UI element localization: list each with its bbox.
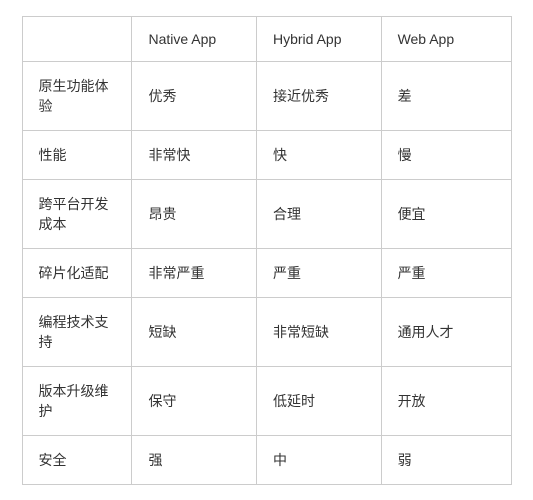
table-row: 版本升级维护保守低延时开放 bbox=[23, 366, 511, 435]
header-feature bbox=[23, 17, 132, 62]
cell-feature: 编程技术支持 bbox=[23, 297, 132, 366]
cell-native: 昂贵 bbox=[132, 179, 257, 248]
cell-feature: 安全 bbox=[23, 435, 132, 484]
header-native: Native App bbox=[132, 17, 257, 62]
cell-hybrid: 合理 bbox=[257, 179, 382, 248]
table-row: 安全强中弱 bbox=[23, 435, 511, 484]
cell-web: 开放 bbox=[381, 366, 510, 435]
cell-native: 非常快 bbox=[132, 130, 257, 179]
cell-web: 弱 bbox=[381, 435, 510, 484]
cell-web: 慢 bbox=[381, 130, 510, 179]
table-row: 原生功能体验优秀接近优秀差 bbox=[23, 61, 511, 130]
cell-hybrid: 快 bbox=[257, 130, 382, 179]
cell-hybrid: 低延时 bbox=[257, 366, 382, 435]
table-row: 跨平台开发成本昂贵合理便宜 bbox=[23, 179, 511, 248]
table-row: 编程技术支持短缺非常短缺通用人才 bbox=[23, 297, 511, 366]
cell-web: 便宜 bbox=[381, 179, 510, 248]
cell-feature: 跨平台开发成本 bbox=[23, 179, 132, 248]
cell-native: 强 bbox=[132, 435, 257, 484]
cell-web: 严重 bbox=[381, 248, 510, 297]
cell-native: 短缺 bbox=[132, 297, 257, 366]
cell-feature: 版本升级维护 bbox=[23, 366, 132, 435]
cell-web: 差 bbox=[381, 61, 510, 130]
cell-hybrid: 中 bbox=[257, 435, 382, 484]
cell-hybrid: 接近优秀 bbox=[257, 61, 382, 130]
cell-native: 优秀 bbox=[132, 61, 257, 130]
cell-feature: 原生功能体验 bbox=[23, 61, 132, 130]
table-row: 碎片化适配非常严重严重严重 bbox=[23, 248, 511, 297]
cell-hybrid: 非常短缺 bbox=[257, 297, 382, 366]
header-hybrid: Hybrid App bbox=[257, 17, 382, 62]
cell-feature: 性能 bbox=[23, 130, 132, 179]
cell-native: 非常严重 bbox=[132, 248, 257, 297]
cell-web: 通用人才 bbox=[381, 297, 510, 366]
cell-native: 保守 bbox=[132, 366, 257, 435]
header-web: Web App bbox=[381, 17, 510, 62]
cell-feature: 碎片化适配 bbox=[23, 248, 132, 297]
table-row: 性能非常快快慢 bbox=[23, 130, 511, 179]
comparison-table: Native App Hybrid App Web App 原生功能体验优秀接近… bbox=[22, 16, 512, 485]
cell-hybrid: 严重 bbox=[257, 248, 382, 297]
